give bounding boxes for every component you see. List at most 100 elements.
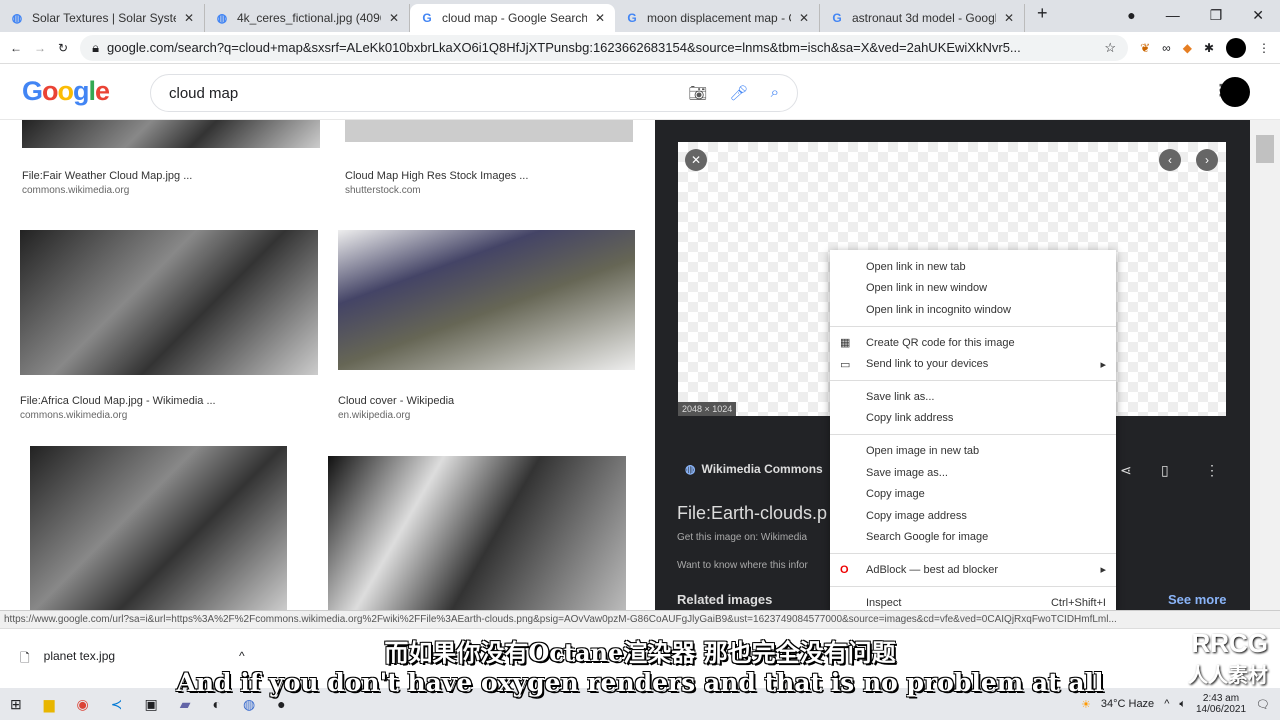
back-icon[interactable]: ← — [10, 41, 22, 55]
chrome-icon[interactable]: ◉ — [77, 696, 89, 713]
divider — [830, 379, 1116, 381]
obs-icon[interactable]: ● — [277, 696, 285, 712]
toolbar: ← → ↻ 🔒︎ google.com/search?q=cloud+map&sx… — [0, 32, 1280, 64]
weather-icon: ☀ — [1080, 698, 1091, 711]
close-window-button[interactable]: ✕ — [1252, 7, 1264, 24]
close-tab-icon[interactable]: ✕ — [1004, 11, 1014, 25]
close-tab-icon[interactable]: ✕ — [184, 11, 194, 25]
menu-item[interactable]: Save link as... — [830, 386, 1116, 408]
new-tab-button[interactable]: + — [1025, 3, 1060, 32]
status-bar: https://www.google.com/url?sa=i&url=http… — [0, 610, 1280, 628]
menu-item[interactable]: Copy image — [830, 483, 1116, 505]
extension-icon[interactable]: ❦ — [1140, 41, 1150, 55]
minimize-button[interactable]: — — [1166, 7, 1180, 24]
divider — [830, 585, 1116, 587]
microphone-icon[interactable]: 🎤︎ — [730, 84, 749, 102]
menu-item[interactable]: ▭ Send link to your devices ▸ — [830, 353, 1116, 375]
site-name[interactable]: Wikimedia Commons — [701, 462, 822, 476]
tab-strip: ◍ Solar Textures | Solar System ✕ ◍ 4k_cere… — [0, 0, 1280, 32]
tray-chevron-icon[interactable]: ^ — [1164, 698, 1169, 710]
avatar[interactable] — [1226, 37, 1246, 58]
tab[interactable]: ◍ Solar Textures | Solar System ✕ — [0, 4, 205, 32]
opera-icon: O — [840, 563, 849, 576]
puzzle-icon[interactable]: ✱ — [1204, 41, 1214, 55]
app-icon[interactable]: ◍ — [243, 696, 255, 713]
menu-item[interactable]: ▦ Create QR code for this image — [830, 332, 1116, 354]
subtitle-en: And if you don't have oxygen renders and… — [176, 668, 1104, 697]
menu-item[interactable]: Open image in new tab — [830, 440, 1116, 462]
close-tab-icon[interactable]: ✕ — [389, 11, 399, 25]
bookmark-icon[interactable]: ▯ — [1161, 462, 1169, 479]
globe-icon: ◍ — [216, 11, 228, 25]
google-icon: G — [832, 11, 842, 25]
profile-icon[interactable]: ● — [1127, 7, 1135, 24]
qr-code-icon: ▦ — [840, 337, 851, 350]
search-icon[interactable]: ⌕ — [771, 84, 779, 102]
result-item[interactable]: Cloud cover - Wikipedia en.wikipedia.org — [338, 230, 635, 421]
tab[interactable]: Gmoon displacement map - G ✕ — [615, 4, 820, 32]
result-item[interactable]: File:Africa Cloud Map.jpg - Wikimedia ..… — [20, 230, 318, 421]
reload-icon[interactable]: ↻ — [58, 41, 68, 55]
notification-icon[interactable]: 🗨︎ — [1256, 698, 1270, 711]
subtitle-zh: 而如果你没有Octane渲染器 那也完全没有问题 — [384, 638, 896, 667]
volume-icon[interactable]: 🔈︎ — [1179, 698, 1186, 711]
star-icon[interactable]: ☆ — [1104, 40, 1116, 56]
app-icon[interactable]: ▣ — [144, 696, 157, 713]
divider — [830, 325, 1116, 327]
watermark-logo: RRCG 人人素材 — [1188, 628, 1268, 687]
menu-item[interactable]: Open link in new tab — [830, 256, 1116, 278]
divider — [830, 434, 1116, 436]
menu-item[interactable]: Copy image address — [830, 505, 1116, 527]
vscode-icon[interactable]: ≺ — [111, 696, 123, 713]
context-menu: Open link in new tab Open link in new wi… — [830, 250, 1116, 612]
tab[interactable]: ◍ 4k_ceres_fictional.jpg (4096× ✕ — [205, 4, 410, 32]
menu-item[interactable]: Open link in new window — [830, 278, 1116, 300]
result-item[interactable] — [328, 456, 626, 610]
teams-icon[interactable]: ▰ — [180, 696, 191, 713]
menu-item[interactable]: Search Google for image — [830, 527, 1116, 549]
close-tab-icon[interactable]: ✕ — [799, 11, 809, 25]
globe-icon: ◍ — [11, 11, 23, 25]
submenu-arrow-icon: ▸ — [1100, 358, 1106, 371]
result-item[interactable]: Cloud Map High Res Stock Images ... shutt… — [345, 120, 633, 196]
image-title[interactable]: File:Earth-clouds.p — [677, 503, 827, 524]
menu-item[interactable]: Open link in incognito window — [830, 299, 1116, 321]
address-bar[interactable]: 🔒︎ google.com/search?q=cloud+map&sxsrf=AL… — [80, 34, 1129, 61]
menu-item[interactable]: Copy link address — [830, 408, 1116, 430]
scrollbar[interactable] — [1250, 120, 1280, 610]
submenu-arrow-icon: ▸ — [1100, 564, 1106, 577]
tab[interactable]: Gastronaut 3d model - Google ✕ — [820, 4, 1025, 32]
chevron-right-icon[interactable]: › — [1196, 149, 1218, 171]
divider — [830, 553, 1116, 555]
image-results: File:Fair Weather Cloud Map.jpg ... commo… — [0, 120, 655, 610]
menu-icon[interactable]: ⋮ — [1258, 41, 1270, 55]
more-icon[interactable]: ⋮ — [1205, 462, 1219, 479]
cinema4d-icon[interactable]: ◐ — [212, 696, 220, 712]
see-more-link[interactable]: See more — [1168, 592, 1227, 607]
google-icon: G — [627, 11, 637, 25]
close-icon[interactable]: ✕ — [685, 149, 707, 171]
google-icon: G — [422, 11, 432, 25]
menu-item[interactable]: Save image as... — [830, 462, 1116, 484]
devices-icon: ▭ — [840, 358, 851, 371]
camera-icon[interactable]: 📷︎ — [689, 84, 708, 102]
maximize-button[interactable]: ❐ — [1210, 7, 1223, 24]
wikimedia-icon: ◍ — [685, 462, 696, 476]
result-item[interactable]: File:Fair Weather Cloud Map.jpg ... commo… — [22, 120, 320, 196]
lock-icon: 🔒︎ — [92, 39, 99, 55]
google-header: Google cloud map 📷︎🎤︎⌕ ⠿ — [0, 64, 1280, 120]
chevron-left-icon[interactable]: ‹ — [1159, 149, 1181, 171]
extension-icon[interactable]: ∞ — [1162, 41, 1171, 55]
windows-start-icon[interactable]: ⊞ — [10, 696, 22, 713]
metamask-icon[interactable]: ◆ — [1183, 41, 1192, 55]
avatar[interactable] — [1220, 77, 1250, 107]
share-icon[interactable]: ⋖ — [1120, 462, 1132, 479]
search-input[interactable]: cloud map 📷︎ 🎤︎ ⌕ — [150, 74, 798, 112]
forward-icon[interactable]: → — [34, 41, 46, 55]
result-item[interactable] — [30, 446, 287, 610]
file-explorer-icon[interactable]: ▆ — [44, 696, 55, 713]
google-logo[interactable]: Google — [22, 76, 110, 107]
close-tab-icon[interactable]: ✕ — [595, 11, 605, 25]
tab-active[interactable]: Gcloud map - Google Search ✕ — [410, 4, 615, 32]
menu-item[interactable]: O AdBlock — best ad blocker ▸ — [830, 559, 1116, 581]
